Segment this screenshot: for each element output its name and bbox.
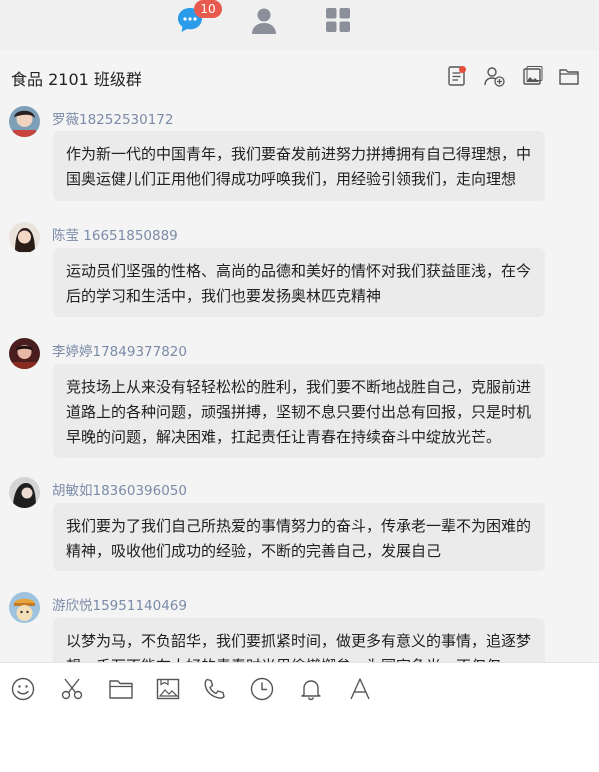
contacts-icon[interactable] bbox=[248, 4, 280, 36]
avatar[interactable] bbox=[9, 106, 40, 137]
image-gallery-icon[interactable] bbox=[155, 676, 181, 702]
add-member-icon[interactable] bbox=[483, 65, 505, 87]
apps-grid-icon[interactable] bbox=[322, 4, 354, 36]
scissors-icon[interactable] bbox=[59, 676, 85, 702]
emoji-icon[interactable] bbox=[10, 676, 36, 702]
folder-icon[interactable] bbox=[558, 65, 580, 87]
avatar[interactable] bbox=[9, 477, 40, 508]
chat-header: 食品 2101 班级群 bbox=[0, 50, 599, 102]
notice-red-dot bbox=[459, 66, 466, 73]
sender-name: 李婷婷17849377820 bbox=[52, 344, 187, 360]
sender-name: 罗薇18252530172 bbox=[52, 112, 174, 128]
message-bubble[interactable]: 竞技场上从来没有轻轻松松的胜利，我们要不断地战胜自己，克服前进道路上的各种问题，… bbox=[53, 364, 545, 458]
sender-name: 游欣悦15951140469 bbox=[52, 598, 187, 614]
sender-name: 陈莹 16651850889 bbox=[52, 228, 178, 244]
message-bubble[interactable]: 作为新一代的中国青年，我们要奋发前进努力拼搏拥有自己得理想，中国奥运健儿们正用他… bbox=[53, 131, 545, 201]
font-icon[interactable] bbox=[347, 676, 373, 702]
avatar[interactable] bbox=[9, 592, 40, 623]
top-navigation: 10 bbox=[0, 0, 599, 50]
message-list[interactable]: 罗薇18252530172 作为新一代的中国青年，我们要奋发前进努力拼搏拥有自己… bbox=[0, 102, 599, 662]
image-icon[interactable] bbox=[521, 65, 543, 87]
bell-icon[interactable] bbox=[298, 676, 324, 702]
message-bubble[interactable]: 我们要为了我们自己所热爱的事情努力的奋斗，传承老一辈不为困难的精神，吸收他们成功… bbox=[53, 503, 545, 571]
avatar[interactable] bbox=[9, 338, 40, 369]
message-bubble[interactable]: 以梦为马，不负韶华，我们要抓紧时间，做更多有意义的事情，追逐梦想，千万不能在大好… bbox=[53, 618, 545, 662]
folder-icon[interactable] bbox=[108, 676, 134, 702]
input-toolbar bbox=[0, 662, 599, 772]
sender-name: 胡敏如18360396050 bbox=[52, 483, 187, 499]
phone-icon[interactable] bbox=[201, 676, 227, 702]
clock-icon[interactable] bbox=[249, 676, 275, 702]
message-bubble[interactable]: 运动员们坚强的性格、高尚的品德和美好的情怀对我们获益匪浅，在今后的学习和生活中，… bbox=[53, 248, 545, 317]
avatar[interactable] bbox=[9, 222, 40, 253]
chat-title: 食品 2101 班级群 bbox=[11, 70, 142, 89]
unread-badge: 10 bbox=[194, 0, 222, 18]
